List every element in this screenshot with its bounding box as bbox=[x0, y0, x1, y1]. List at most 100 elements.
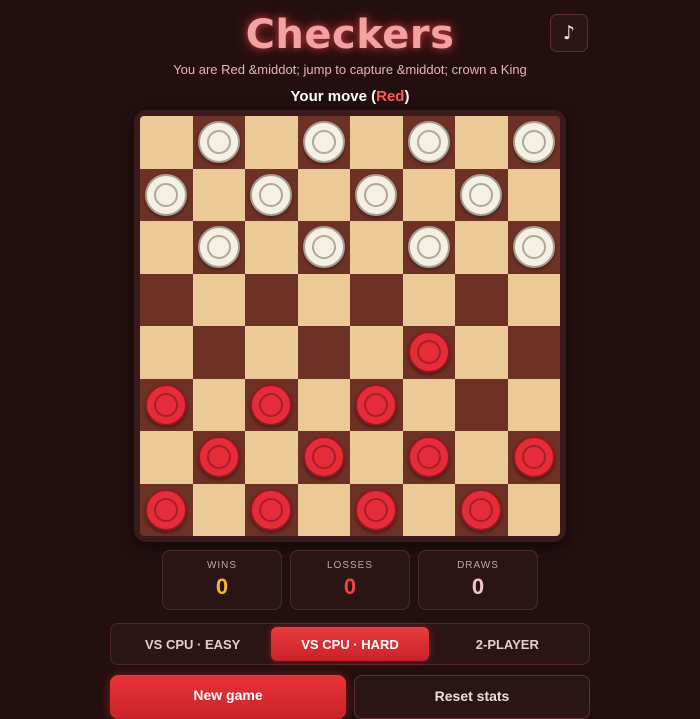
board-square-b1 bbox=[192, 483, 245, 536]
red-piece-a1[interactable] bbox=[145, 488, 188, 531]
white-piece-h8 bbox=[512, 121, 555, 164]
red-piece-f4[interactable] bbox=[407, 331, 450, 374]
board-square-a8 bbox=[140, 116, 193, 169]
new-game-button[interactable]: New game bbox=[110, 675, 346, 719]
red-piece-f2[interactable] bbox=[407, 436, 450, 479]
board-square-h2[interactable] bbox=[507, 431, 560, 484]
white-piece-b8 bbox=[197, 121, 240, 164]
board-square-b6[interactable] bbox=[192, 221, 245, 274]
draws-card: DRAWS 0 bbox=[418, 550, 538, 610]
board-square-e8 bbox=[350, 116, 403, 169]
board-square-e4 bbox=[350, 326, 403, 379]
red-piece-e3[interactable] bbox=[355, 383, 398, 426]
board-square-d1 bbox=[297, 483, 350, 536]
board-square-d3 bbox=[297, 378, 350, 431]
board-square-h1 bbox=[507, 483, 560, 536]
board-square-h4[interactable] bbox=[507, 326, 560, 379]
board-square-c4 bbox=[245, 326, 298, 379]
board-square-f2[interactable] bbox=[402, 431, 455, 484]
music-note-icon: ♪ bbox=[562, 22, 576, 44]
board-square-d6[interactable] bbox=[297, 221, 350, 274]
board-square-a7[interactable] bbox=[140, 168, 193, 221]
board-square-f4[interactable] bbox=[402, 326, 455, 379]
board-square-h3 bbox=[507, 378, 560, 431]
white-piece-d6 bbox=[302, 226, 345, 269]
board-square-c5[interactable] bbox=[245, 273, 298, 326]
board-square-b5 bbox=[192, 273, 245, 326]
board-square-g1[interactable] bbox=[455, 483, 508, 536]
mode-selector: VS CPU · EASY VS CPU · HARD 2-PLAYER bbox=[110, 623, 590, 665]
board-square-b3 bbox=[192, 378, 245, 431]
red-piece-b2[interactable] bbox=[197, 436, 240, 479]
board-square-e7[interactable] bbox=[350, 168, 403, 221]
board-square-a6 bbox=[140, 221, 193, 274]
board-square-c8 bbox=[245, 116, 298, 169]
red-piece-a3[interactable] bbox=[145, 383, 188, 426]
board-square-h6[interactable] bbox=[507, 221, 560, 274]
wins-value: 0 bbox=[215, 574, 229, 599]
board-square-e3[interactable] bbox=[350, 378, 403, 431]
music-toggle-button[interactable]: ♪ bbox=[550, 14, 588, 52]
board-square-c3[interactable] bbox=[245, 378, 298, 431]
board-square-d5 bbox=[297, 273, 350, 326]
mode-vs-cpu-easy[interactable]: VS CPU · EASY bbox=[114, 627, 271, 661]
losses-value: 0 bbox=[343, 574, 357, 599]
checkers-board bbox=[140, 116, 560, 536]
game-subtitle: You are Red &middot; jump to capture &mi… bbox=[173, 62, 527, 77]
board-square-c2 bbox=[245, 431, 298, 484]
board-square-g5[interactable] bbox=[455, 273, 508, 326]
board-square-a1[interactable] bbox=[140, 483, 193, 536]
board-square-b2[interactable] bbox=[192, 431, 245, 484]
white-piece-f8 bbox=[407, 121, 450, 164]
board-square-f3 bbox=[402, 378, 455, 431]
mode-two-player[interactable]: 2-PLAYER bbox=[429, 627, 586, 661]
red-piece-c1[interactable] bbox=[250, 488, 293, 531]
wins-card: WINS 0 bbox=[162, 550, 282, 610]
board-square-a3[interactable] bbox=[140, 378, 193, 431]
board-square-g8 bbox=[455, 116, 508, 169]
board-square-a4 bbox=[140, 326, 193, 379]
board-square-f6[interactable] bbox=[402, 221, 455, 274]
board-square-f8[interactable] bbox=[402, 116, 455, 169]
board-square-f7 bbox=[402, 168, 455, 221]
board-square-h8[interactable] bbox=[507, 116, 560, 169]
mode-vs-cpu-hard[interactable]: VS CPU · HARD bbox=[271, 627, 429, 661]
board-square-g6 bbox=[455, 221, 508, 274]
board-square-e6 bbox=[350, 221, 403, 274]
white-piece-f6 bbox=[407, 226, 450, 269]
white-piece-c7 bbox=[250, 173, 293, 216]
losses-card: LOSSES 0 bbox=[290, 550, 410, 610]
board-square-e1[interactable] bbox=[350, 483, 403, 536]
board-square-g7[interactable] bbox=[455, 168, 508, 221]
wins-label: WINS bbox=[206, 560, 238, 571]
white-piece-d8 bbox=[302, 121, 345, 164]
board-square-c6 bbox=[245, 221, 298, 274]
red-piece-e1[interactable] bbox=[355, 488, 398, 531]
white-piece-e7 bbox=[355, 173, 398, 216]
board-square-h7 bbox=[507, 168, 560, 221]
board-square-d2[interactable] bbox=[297, 431, 350, 484]
losses-label: LOSSES bbox=[326, 560, 374, 571]
red-piece-g1[interactable] bbox=[460, 488, 503, 531]
board-frame bbox=[134, 110, 566, 542]
red-piece-d2[interactable] bbox=[302, 436, 345, 479]
white-piece-a7 bbox=[145, 173, 188, 216]
board-square-g4 bbox=[455, 326, 508, 379]
board-square-c7[interactable] bbox=[245, 168, 298, 221]
red-piece-h2[interactable] bbox=[512, 436, 555, 479]
board-square-d8[interactable] bbox=[297, 116, 350, 169]
board-square-a5[interactable] bbox=[140, 273, 193, 326]
board-square-c1[interactable] bbox=[245, 483, 298, 536]
white-piece-b6 bbox=[197, 226, 240, 269]
board-square-g3[interactable] bbox=[455, 378, 508, 431]
board-square-b4[interactable] bbox=[192, 326, 245, 379]
board-square-b8[interactable] bbox=[192, 116, 245, 169]
white-piece-g7 bbox=[460, 173, 503, 216]
board-square-d7 bbox=[297, 168, 350, 221]
reset-stats-button[interactable]: Reset stats bbox=[354, 675, 590, 719]
game-title: Checkers bbox=[245, 12, 455, 58]
red-piece-c3[interactable] bbox=[250, 383, 293, 426]
board-square-e5[interactable] bbox=[350, 273, 403, 326]
board-square-d4[interactable] bbox=[297, 326, 350, 379]
board-square-g2 bbox=[455, 431, 508, 484]
